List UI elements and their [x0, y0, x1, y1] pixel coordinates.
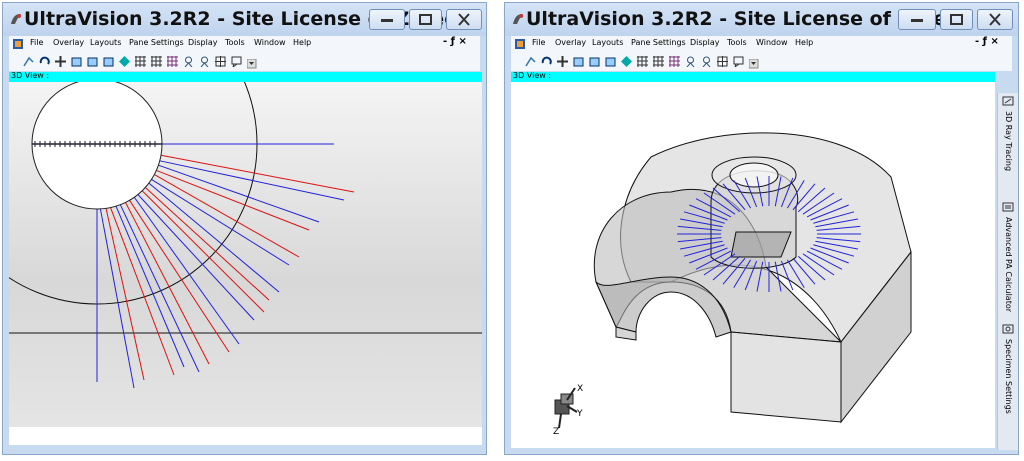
grid-icon[interactable] [167, 56, 178, 67]
pan-icon[interactable] [557, 56, 568, 67]
view-front-icon[interactable] [573, 56, 584, 67]
grid-icon[interactable] [151, 56, 162, 67]
rotate-icon[interactable] [39, 56, 50, 67]
specimen-3d-view[interactable]: X Y Z [511, 82, 995, 448]
mdi-controls[interactable]: - ƒ × [975, 36, 999, 47]
calculator-tab-icon [1002, 202, 1014, 212]
side-panel-tabs: 3D Ray Tracing Advanced PA Calculator Sp… [997, 93, 1018, 450]
toolbar [9, 53, 480, 71]
diamond-icon[interactable] [119, 56, 130, 67]
tab-advanced-pa-calculator-label: Advanced PA Calculator [1004, 217, 1013, 313]
3d-view-pane[interactable] [9, 82, 482, 445]
menu-bar: File Overlay Layouts Pane Settings Displ… [9, 36, 480, 53]
ray-tracing-tab-icon [1002, 96, 1014, 106]
app-icon [513, 14, 523, 24]
menu-overlay[interactable]: Overlay [53, 38, 84, 47]
minimize-icon [911, 19, 923, 22]
menu-display[interactable]: Display [690, 38, 720, 47]
minimize-button[interactable] [898, 9, 936, 30]
view-header-label: 3D View : [513, 71, 552, 80]
view-top-icon[interactable] [605, 56, 616, 67]
minimize-button[interactable] [369, 9, 405, 30]
ray-tool-icon[interactable] [23, 56, 34, 67]
diamond-icon[interactable] [621, 56, 632, 67]
maximize-icon [419, 14, 432, 25]
view-side-icon[interactable] [589, 56, 600, 67]
app-icon [11, 14, 21, 24]
menu-tools[interactable]: Tools [727, 38, 747, 47]
menu-bar: File Overlay Layouts Pane Settings Displ… [511, 36, 1012, 53]
title-bar[interactable]: UltraVision 3.2R2 - Site License of Zete… [505, 3, 1018, 36]
ray-tracing-2d-view[interactable] [9, 82, 482, 445]
menu-file[interactable]: File [30, 38, 43, 47]
document-icon[interactable] [514, 38, 526, 50]
tab-advanced-pa-calculator[interactable]: Advanced PA Calculator [998, 199, 1018, 319]
close-button[interactable] [446, 9, 482, 30]
probe-icon[interactable] [183, 56, 194, 67]
menu-help[interactable]: Help [293, 38, 311, 47]
ray-tool-icon[interactable] [525, 56, 536, 67]
axis-triad: X Y Z [553, 384, 583, 437]
toolbar-overflow-icon[interactable] [247, 59, 258, 70]
view-header-label: 3D View : [11, 71, 50, 80]
menu-pane-settings[interactable]: Pane Settings [631, 38, 686, 47]
close-icon [989, 13, 1001, 26]
menu-display[interactable]: Display [188, 38, 218, 47]
axis-z-label: Z [553, 427, 559, 437]
pipe-specimen [593, 132, 912, 424]
axis-x-label: X [577, 384, 583, 394]
maximize-button[interactable] [940, 9, 973, 30]
menu-window[interactable]: Window [254, 38, 286, 47]
title-bar[interactable]: UltraVision 3.2R2 - Site License of Zete… [3, 3, 486, 36]
view-bottom-strip [9, 427, 482, 445]
mdi-controls[interactable]: - ƒ × [443, 36, 467, 47]
tab-3d-ray-tracing[interactable]: 3D Ray Tracing [998, 93, 1018, 193]
view-header: 3D View : [511, 71, 995, 82]
probe-icon[interactable] [199, 56, 210, 67]
grid-icon[interactable] [669, 56, 680, 67]
view-header: 3D View : [9, 71, 482, 82]
ultravision-window-left: UltraVision 3.2R2 - Site License of Zete… [2, 2, 487, 455]
grid-icon[interactable] [637, 56, 648, 67]
probe-icon[interactable] [685, 56, 696, 67]
menu-overlay[interactable]: Overlay [555, 38, 586, 47]
close-button[interactable] [977, 9, 1013, 30]
3d-view-pane[interactable]: X Y Z [511, 82, 995, 448]
document-icon[interactable] [12, 38, 24, 50]
menu-help[interactable]: Help [795, 38, 813, 47]
menu-tools[interactable]: Tools [225, 38, 245, 47]
toolbar-overflow-icon[interactable] [749, 59, 760, 70]
view-side-icon[interactable] [87, 56, 98, 67]
menu-pane-settings[interactable]: Pane Settings [129, 38, 184, 47]
maximize-button[interactable] [409, 9, 442, 30]
axis-y-label: Y [576, 409, 583, 419]
rotate-icon[interactable] [541, 56, 552, 67]
grid-icon[interactable] [653, 56, 664, 67]
pan-icon[interactable] [55, 56, 66, 67]
tab-specimen-settings[interactable]: Specimen Settings [998, 321, 1018, 421]
tab-3d-ray-tracing-label: 3D Ray Tracing [1004, 111, 1013, 172]
menu-layouts[interactable]: Layouts [592, 38, 623, 47]
maximize-icon [950, 14, 963, 25]
nozzle-bore-circle [31, 82, 163, 210]
close-icon [458, 13, 470, 26]
view-top-icon[interactable] [103, 56, 114, 67]
tooltip-icon[interactable] [733, 56, 744, 67]
specimen-tab-icon [1002, 324, 1014, 334]
menu-window[interactable]: Window [756, 38, 788, 47]
crosshair-icon[interactable] [717, 56, 728, 67]
ultravision-window-right: UltraVision 3.2R2 - Site License of Zete… [504, 2, 1019, 455]
tab-specimen-settings-label: Specimen Settings [1004, 339, 1013, 414]
crosshair-icon[interactable] [215, 56, 226, 67]
grid-icon[interactable] [135, 56, 146, 67]
view-front-icon[interactable] [71, 56, 82, 67]
menu-file[interactable]: File [532, 38, 545, 47]
toolbar [511, 53, 1012, 71]
minimize-icon [381, 19, 393, 22]
menu-layouts[interactable]: Layouts [90, 38, 121, 47]
tooltip-icon[interactable] [231, 56, 242, 67]
probe-icon[interactable] [701, 56, 712, 67]
